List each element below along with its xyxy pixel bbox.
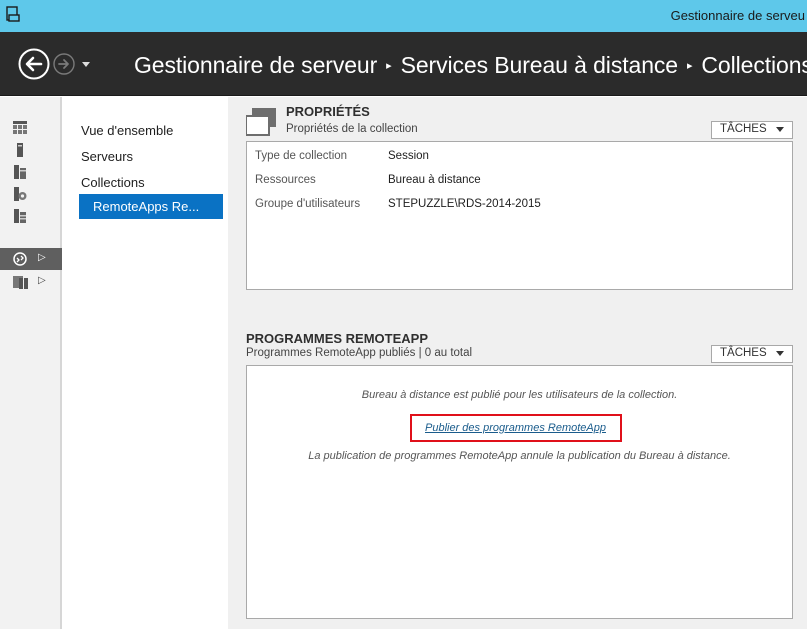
property-value: Session <box>388 150 429 162</box>
rail-item-server-group[interactable]: ▷ <box>0 271 62 293</box>
property-row: Bureau à distance <box>388 174 481 186</box>
property-row: Ressources <box>255 174 316 186</box>
breadcrumb: Gestionnaire de serveur ▸ Services Burea… <box>134 50 807 80</box>
property-row: Groupe d'utilisateurs <box>255 198 360 210</box>
breadcrumb-separator: ▸ <box>686 59 693 72</box>
property-value: STEPUZZLE\RDS-2014-2015 <box>388 198 541 210</box>
remoteapp-note-text: La publication de programmes RemoteApp a… <box>308 450 731 462</box>
property-row: Type de collection <box>255 150 347 162</box>
rail-item-local-server[interactable] <box>0 139 62 161</box>
property-label: Ressources <box>255 174 316 186</box>
remote-desktop-services-icon <box>13 252 27 266</box>
subnav-item-servers[interactable]: Serveurs <box>81 149 133 164</box>
local-server-icon <box>17 143 23 157</box>
server-manager-app-icon[interactable] <box>6 6 20 22</box>
expand-arrow-icon[interactable]: ▷ <box>38 275 46 286</box>
server-group-icon <box>13 276 28 289</box>
remoteapp-tasks-button[interactable]: TÂCHES <box>711 345 793 363</box>
dashboard-icon <box>13 121 27 134</box>
breadcrumb-separator: ▸ <box>386 59 392 72</box>
expand-arrow-icon[interactable]: ▷ <box>38 252 46 263</box>
remoteapp-subtitle: Programmes RemoteApp publiés | 0 au tota… <box>246 347 473 359</box>
collection-navigation: Vue d'ensemble Serveurs Collections Remo… <box>64 97 228 629</box>
iis-icon <box>14 209 26 223</box>
rail-item-all-servers[interactable] <box>0 161 62 183</box>
properties-icon <box>246 108 276 136</box>
all-servers-icon <box>14 165 26 179</box>
back-arrow-icon[interactable] <box>18 48 50 80</box>
title-bar: Gestionnaire de serveu <box>0 0 807 32</box>
properties-title: PROPRIÉTÉS <box>286 104 370 119</box>
breadcrumb-server-manager[interactable]: Gestionnaire de serveur <box>134 52 377 79</box>
subnav-item-overview[interactable]: Vue d'ensemble <box>81 123 173 138</box>
remoteapp-info-text: Bureau à distance est publié pour les ut… <box>361 389 678 401</box>
breadcrumb-remote-desktop-services[interactable]: Services Bureau à distance <box>401 52 678 79</box>
rail-item-remote-desktop-services[interactable]: ▷ <box>0 248 62 270</box>
properties-subtitle: Propriétés de la collection <box>286 123 418 135</box>
subnav-item-remoteapps-collection[interactable]: RemoteApps Re... <box>79 194 223 219</box>
history-dropdown-icon[interactable] <box>80 58 92 70</box>
rail-item-iis[interactable] <box>0 205 62 227</box>
tasks-label: TÂCHES <box>720 347 767 359</box>
rail-item-dashboard[interactable] <box>0 117 62 139</box>
remoteapp-title: PROGRAMMES REMOTEAPP <box>246 331 429 346</box>
properties-tasks-button[interactable]: TÂCHES <box>711 121 793 139</box>
property-label: Groupe d'utilisateurs <box>255 198 361 210</box>
property-label: Type de collection <box>255 150 348 162</box>
property-row: Session <box>388 150 429 162</box>
forward-arrow-icon[interactable] <box>53 53 75 75</box>
breadcrumb-collections[interactable]: Collections <box>701 52 807 79</box>
window-title: Gestionnaire de serveu <box>670 8 805 23</box>
property-value: Bureau à distance <box>388 174 481 186</box>
publish-remoteapp-link[interactable]: Publier des programmes RemoteApp <box>410 414 622 442</box>
subnav-item-collections[interactable]: Collections <box>81 175 145 190</box>
rail-item-file-storage[interactable] <box>0 183 62 205</box>
tasks-label: TÂCHES <box>720 123 767 135</box>
remoteapp-panel <box>246 365 793 619</box>
property-row: STEPUZZLE\RDS-2014-2015 <box>388 198 541 210</box>
navigation-rail: ▷ ▷ <box>0 97 62 629</box>
file-storage-icon <box>14 187 27 201</box>
caret-down-icon <box>776 351 784 356</box>
properties-panel: Type de collection Session Ressources Bu… <box>246 141 793 290</box>
caret-down-icon <box>776 127 784 132</box>
